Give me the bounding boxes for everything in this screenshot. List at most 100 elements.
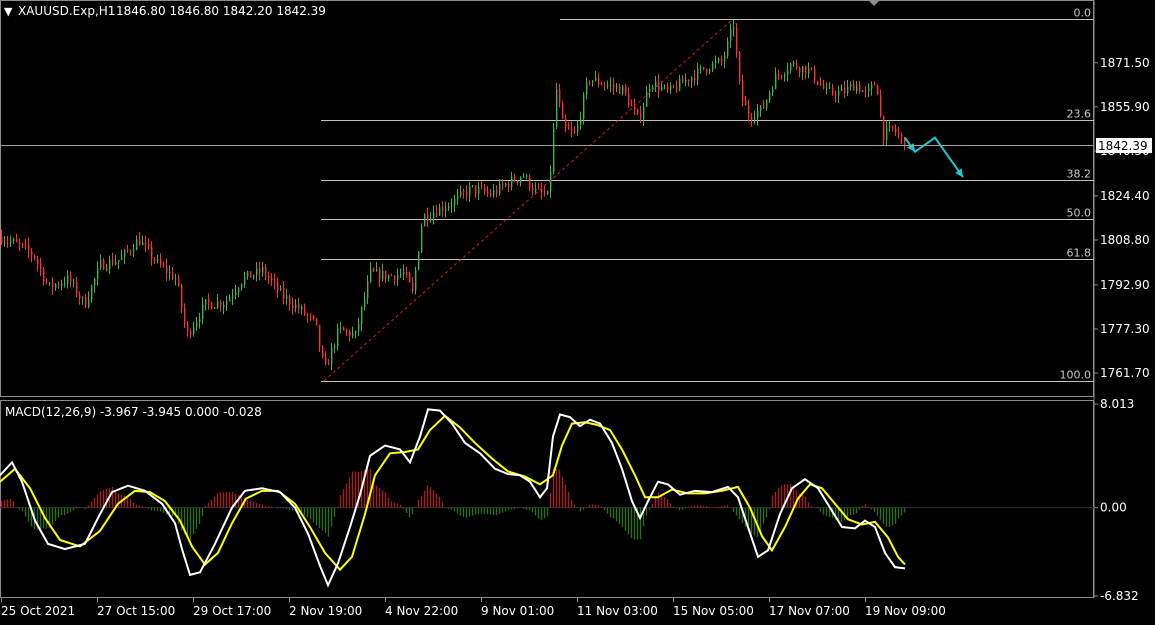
candle-body	[574, 130, 576, 133]
candle-body	[760, 105, 762, 111]
candle-body	[496, 189, 498, 194]
trading-chart[interactable]: 0.0 23.6 38.2 50.0 61.8 100.0 1871.50 1855.90 1…	[0, 0, 1155, 621]
candle-body	[898, 132, 900, 135]
time-tick-label: 25 Oct 2021	[1, 604, 75, 618]
candle-body	[445, 208, 447, 211]
candle-body	[724, 55, 726, 62]
candle-body	[214, 307, 216, 309]
candle-body	[370, 268, 372, 282]
candle-body	[349, 331, 351, 337]
candle-body	[460, 191, 462, 196]
candle-body	[886, 127, 888, 140]
candle-body	[643, 106, 645, 120]
symbol-menu-icon[interactable]: ▼	[4, 5, 13, 18]
candle-body	[226, 301, 228, 305]
candle-body	[52, 282, 54, 288]
time-tick-label: 29 Oct 17:00	[193, 604, 271, 618]
candle-body	[490, 192, 492, 196]
candle-body	[607, 84, 609, 86]
candle-body	[571, 129, 573, 131]
candle-body	[544, 192, 546, 195]
price-panel-frame	[0, 0, 1094, 397]
candle-body	[199, 319, 201, 323]
candle-body	[727, 40, 729, 56]
candle-body	[649, 88, 651, 92]
candle-body	[454, 198, 456, 206]
candle-body	[430, 218, 432, 221]
candle-body	[121, 256, 123, 260]
candle-body	[751, 117, 753, 120]
candle-body	[835, 93, 837, 97]
candle-body	[595, 77, 597, 81]
candle-body	[184, 307, 186, 324]
candle-body	[139, 239, 141, 246]
candle-body	[577, 124, 579, 133]
candle-body	[778, 74, 780, 76]
time-tick-label: 2 Nov 19:00	[289, 604, 362, 618]
candle-body	[109, 259, 111, 269]
price-tick-label: 1792.90	[1100, 278, 1150, 292]
candle-body	[286, 296, 288, 299]
candle-body	[583, 94, 585, 119]
candle-body	[190, 330, 192, 335]
candle-body	[730, 29, 732, 41]
candle-body	[244, 276, 246, 285]
candle-body	[103, 260, 105, 270]
candle-body	[418, 251, 420, 270]
candle-body	[400, 273, 402, 275]
candle-body	[514, 176, 516, 181]
candle-body	[694, 77, 696, 80]
candle-body	[880, 94, 882, 117]
candle-body	[406, 272, 408, 274]
candle-body	[568, 127, 570, 130]
candle-body	[421, 226, 423, 252]
candle-body	[793, 62, 795, 64]
candle-body	[97, 267, 99, 279]
candle-body	[154, 258, 156, 261]
candle-body	[547, 190, 549, 195]
candle-body	[826, 87, 828, 89]
candle-body	[550, 172, 552, 191]
candle-body	[439, 207, 441, 216]
candle-body	[265, 267, 267, 277]
candle-body	[586, 82, 588, 95]
candle-body	[343, 327, 345, 331]
candle-body	[451, 205, 453, 207]
candle-body	[517, 180, 519, 182]
candle-body	[58, 284, 60, 286]
candle-body	[883, 116, 885, 140]
candle-body	[382, 271, 384, 280]
candle-body	[844, 88, 846, 93]
candle-body	[358, 324, 360, 331]
candle-body	[742, 80, 744, 101]
candle-body	[157, 259, 159, 261]
price-axis[interactable]: 1871.501855.901840.301824.401808.801792.…	[1094, 56, 1152, 380]
candle-body	[247, 271, 249, 277]
candle-body	[799, 68, 801, 73]
candle-body	[841, 88, 843, 91]
candle-body	[676, 87, 678, 91]
candle-body	[733, 27, 735, 30]
macd-axis: 8.013 0.00 -6.832	[1094, 397, 1139, 603]
candle-body	[679, 79, 681, 91]
fib-label-0.0: 0.0	[1074, 7, 1092, 20]
candle-body	[763, 105, 765, 109]
candle-body	[772, 88, 774, 93]
candle-body	[25, 243, 27, 245]
symbol-label: XAUUSD.Exp,H1	[18, 4, 115, 18]
candle-body	[787, 70, 789, 75]
chart-canvas[interactable]: 0.0 23.6 38.2 50.0 61.8 100.0 1871.50 1855.90 1…	[0, 0, 1155, 621]
candle-body	[622, 85, 624, 94]
price-tick-label: 1855.90	[1100, 100, 1150, 114]
candle-body	[241, 284, 243, 289]
current-price-label: 1842.39	[1098, 139, 1148, 153]
candle-body	[337, 327, 339, 347]
macd-tick-label: 8.013	[1100, 397, 1134, 411]
candle-body	[523, 176, 525, 178]
time-tick-label: 15 Nov 05:00	[673, 604, 754, 618]
candle-body	[532, 187, 534, 191]
candle-body	[580, 118, 582, 125]
time-tick-label: 11 Nov 03:00	[577, 604, 658, 618]
candle-body	[781, 75, 783, 77]
candle-body	[535, 188, 537, 191]
